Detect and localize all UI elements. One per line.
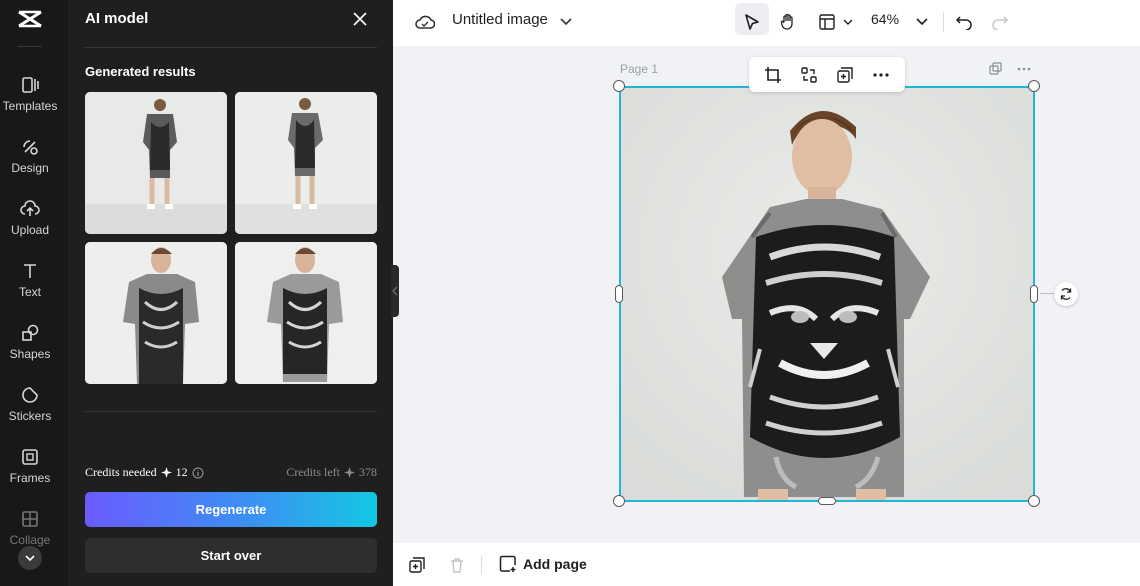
start-over-button[interactable]: Start over [85,538,377,573]
credits-left-label: Credits left [286,465,340,479]
hand-pan-icon[interactable] [777,11,799,33]
sidebar-item-frames[interactable]: Frames [0,447,60,499]
panel-collapse-handle[interactable] [391,265,399,317]
chevron-down-icon[interactable] [911,11,933,33]
model-full-body-image [235,92,377,234]
page-label: Page 1 [620,62,659,76]
panel-divider [85,411,377,412]
resize-handle-right[interactable] [1030,285,1038,303]
regenerate-button[interactable]: Regenerate [85,492,377,527]
chevron-left-icon [392,286,398,296]
chevron-down-icon [25,555,35,562]
resize-handle-bottom-right[interactable] [1028,495,1040,507]
section-title: Generated results [85,64,196,79]
sidebar-item-text[interactable]: Text [0,261,60,313]
shapes-icon [22,324,39,341]
templates-icon [22,77,39,93]
panel-divider [85,47,377,48]
rotate-button[interactable] [1054,282,1078,306]
model-half-body-image [85,242,227,384]
credits-needed: Credits needed 12 [85,465,204,480]
undo-icon[interactable] [953,11,975,33]
info-icon[interactable] [192,467,204,479]
add-page-icon [499,555,516,572]
result-thumbnail-2[interactable] [235,92,377,234]
result-thumbnail-4[interactable] [235,242,377,384]
replace-image-icon[interactable] [799,65,819,85]
stickers-icon [22,387,38,403]
result-thumbnail-3[interactable] [85,242,227,384]
sidebar-item-label: Stickers [8,409,52,423]
layout-icon[interactable] [816,11,838,33]
resize-handle-bottom-left[interactable] [613,495,625,507]
credits-left-value: 378 [359,465,377,479]
upload-icon [20,200,40,216]
sidebar-item-label: Design [11,161,49,175]
resize-handle-bottom[interactable] [818,497,836,505]
sidebar-item-label: Shapes [9,347,51,361]
sidebar-item-label: Frames [9,471,51,485]
resize-handle-top-right[interactable] [1028,80,1040,92]
result-thumbnail-1[interactable] [85,92,227,234]
model-full-body-image [85,92,227,234]
sidebar-item-upload[interactable]: Upload [0,199,60,251]
sparkle-icon [344,467,355,478]
credits-needed-value: 12 [175,465,188,479]
redo-icon[interactable] [989,11,1011,33]
cloud-sync-icon[interactable] [414,11,436,33]
sidebar-item-shapes[interactable]: Shapes [0,323,60,375]
credits-needed-label: Credits needed [85,465,157,479]
rail-divider [18,46,42,47]
frames-icon [22,449,38,465]
chevron-down-icon[interactable] [555,11,577,33]
more-options-icon[interactable] [871,65,891,85]
left-rail: Templates Design Upload Text Shapes Stic… [0,0,68,586]
bottom-bar: Add page [393,543,1140,586]
crop-icon[interactable] [763,65,783,85]
text-icon [24,264,36,278]
document-title[interactable]: Untitled image [452,11,548,28]
rotate-connector [1040,293,1054,294]
sidebar-item-label: Templates [2,99,58,113]
add-element-icon[interactable] [408,556,426,574]
sidebar-item-templates[interactable]: Templates [0,75,60,127]
bottom-divider [481,556,482,574]
resize-handle-top-left[interactable] [613,80,625,92]
resize-handle-left[interactable] [615,285,623,303]
sidebar-item-label: Text [18,285,41,299]
ai-model-panel: AI model Generated results Credits neede… [68,0,393,586]
page-more-icon[interactable] [1017,62,1031,81]
top-toolbar: Untitled image 64% [393,0,1140,46]
design-icon [23,140,38,155]
model-half-body-image [235,242,377,384]
toolbar-divider [943,12,944,32]
trash-icon[interactable] [448,556,466,574]
capcut-logo-icon[interactable] [16,8,44,30]
duplicate-page-icon[interactable] [989,62,1003,81]
close-icon[interactable] [352,11,368,27]
sidebar-item-label: Collage [9,533,51,547]
duplicate-icon[interactable] [835,65,855,85]
rotate-icon [1060,288,1072,300]
panel-title: AI model [85,10,149,27]
select-pointer-icon[interactable] [741,11,763,33]
floating-toolbar [749,57,905,92]
chevron-down-icon[interactable] [837,11,859,33]
add-page-button[interactable]: Add page [499,555,587,573]
sidebar-item-design[interactable]: Design [0,137,60,189]
sparkle-icon [160,467,172,478]
collage-icon [22,511,38,527]
add-page-label: Add page [523,556,587,572]
zoom-level[interactable]: 64% [871,11,899,27]
sidebar-item-stickers[interactable]: Stickers [0,385,60,437]
sidebar-item-label: Upload [10,223,50,237]
selection-box [619,86,1035,502]
credits-left: Credits left 378 [286,465,377,480]
rail-more-button[interactable] [18,546,42,570]
